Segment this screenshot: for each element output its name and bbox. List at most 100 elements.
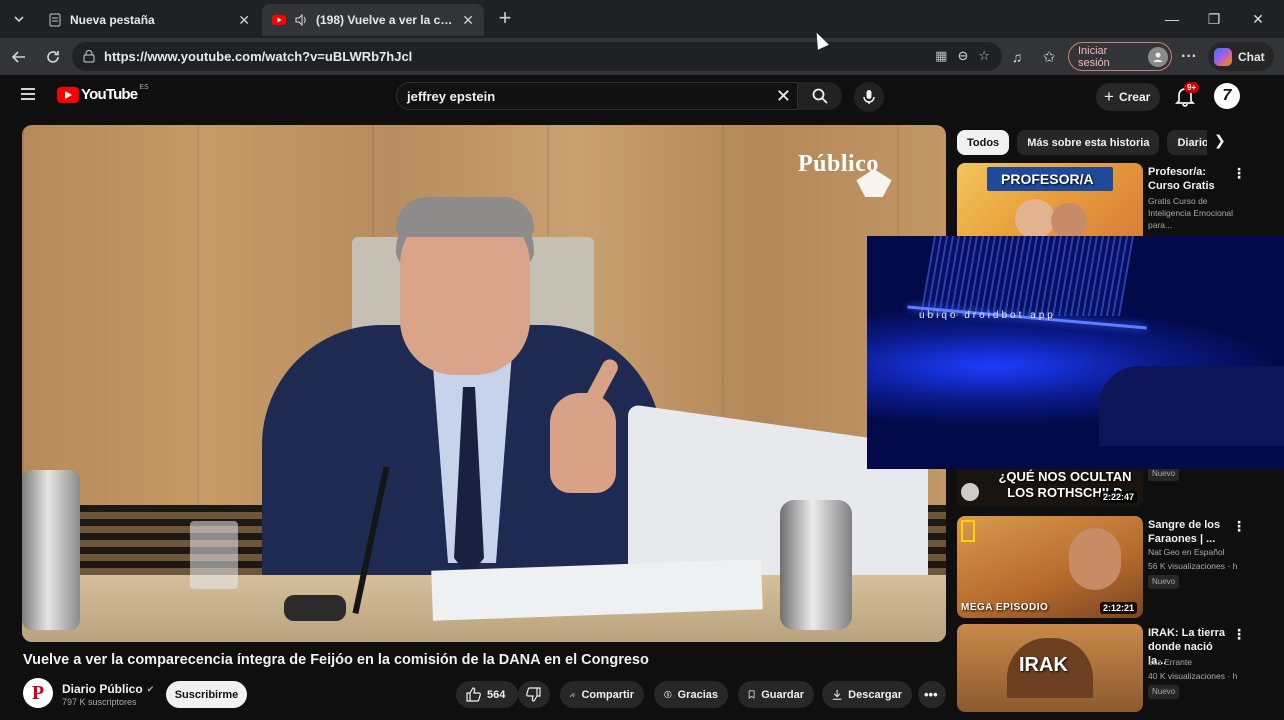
- search-icon: [812, 88, 828, 104]
- chip-more-story[interactable]: Más sobre esta historia: [1017, 130, 1160, 155]
- video-duration: 2:22:47: [1099, 491, 1137, 503]
- thumbs-up-icon: [466, 687, 481, 702]
- favorites-star-icon: ✩: [1042, 49, 1056, 66]
- tab-close-icon[interactable]: ✕: [238, 12, 250, 29]
- tab-new-tab[interactable]: Nueva pestaña ✕: [38, 4, 260, 36]
- chevron-right-icon[interactable]: ❯: [1214, 132, 1226, 149]
- new-badge: Nuevo: [1148, 685, 1180, 699]
- channel-name-text: Diario Público: [62, 682, 143, 696]
- like-button[interactable]: 564: [456, 681, 518, 708]
- recommendation-channel: Luz Errante: [1148, 657, 1192, 667]
- tab-title: Nueva pestaña: [70, 13, 155, 27]
- more-options-button[interactable]: ···: [1176, 44, 1202, 70]
- recommendation-item[interactable]: IRAK IRAK: La tierra donde nació la... L…: [957, 624, 1257, 714]
- search-button[interactable]: [798, 82, 842, 110]
- restore-button[interactable]: ❐: [1202, 8, 1226, 30]
- address-bar[interactable]: https://www.youtube.com/watch?v=uBLWRb7h…: [72, 42, 1002, 71]
- recommendation-channel: Nat Geo en Español: [1148, 547, 1225, 557]
- ellipsis-icon: •••: [924, 687, 938, 702]
- tab-search-button[interactable]: [6, 6, 32, 32]
- share-button[interactable]: Compartir: [560, 681, 644, 708]
- create-label: Crear: [1118, 90, 1151, 104]
- clear-search-icon[interactable]: ✕: [776, 86, 791, 107]
- youtube-header: YouTube ES jeffrey epstein ✕ + Crear 9+ …: [0, 75, 1284, 119]
- country-code: ES: [139, 84, 149, 91]
- menu-button[interactable]: [20, 87, 40, 105]
- chat-label: Chat: [1238, 49, 1265, 64]
- tab-youtube-video[interactable]: (198) Vuelve a ver la comparecencia ínte…: [262, 4, 484, 36]
- save-label: Guardar: [761, 688, 804, 701]
- thanks-button[interactable]: Gracias: [654, 681, 728, 708]
- new-tab-button[interactable]: +: [494, 7, 516, 30]
- tab-close-icon[interactable]: ✕: [462, 12, 474, 29]
- chevron-down-icon: [14, 16, 24, 23]
- site-info-icon[interactable]: [82, 49, 96, 64]
- new-badge: Nuevo: [1148, 575, 1180, 589]
- video-player[interactable]: Público: [22, 125, 946, 642]
- more-vert-icon[interactable]: ⋮: [1232, 518, 1246, 535]
- thumbs-down-icon: [526, 687, 541, 702]
- video-title: Vuelve a ver la comparecencia íntegra de…: [23, 652, 649, 668]
- thermos: [780, 500, 852, 630]
- hamburger-icon: [21, 88, 35, 100]
- channel-avatar[interactable]: P: [23, 678, 53, 708]
- minimize-button[interactable]: —: [1160, 8, 1184, 30]
- browser-toolbar: https://www.youtube.com/watch?v=uBLWRb7h…: [0, 38, 1284, 75]
- more-actions-button[interactable]: •••: [918, 681, 946, 708]
- recommendation-title: Profesor/a: Curso Gratis: [1148, 166, 1215, 192]
- notifications-button[interactable]: 9+: [1174, 82, 1200, 109]
- close-window-button[interactable]: ✕: [1246, 8, 1270, 30]
- download-button[interactable]: Descargar: [822, 681, 912, 708]
- subscribe-button[interactable]: Suscribirme: [166, 681, 247, 708]
- search-query: jeffrey epstein: [407, 88, 496, 104]
- media-control-button[interactable]: ♫: [1004, 44, 1030, 70]
- youtube-logo[interactable]: YouTube ES: [57, 84, 149, 103]
- user-avatar[interactable]: 7: [1214, 83, 1240, 109]
- more-vert-icon[interactable]: ⋮: [1232, 626, 1246, 643]
- bookmark-icon: [748, 690, 755, 699]
- voice-search-button[interactable]: [854, 82, 884, 112]
- chip-channel[interactable]: Diario Público: [1167, 130, 1207, 155]
- filter-chips: Todos Más sobre esta historia Diario Púb…: [957, 130, 1207, 156]
- channel-name[interactable]: Diario Público ✔: [62, 682, 154, 696]
- video-thumbnail[interactable]: IRAK: [957, 624, 1143, 712]
- floating-video-overlay[interactable]: ubiqo droidbot app: [867, 236, 1284, 469]
- favorites-button[interactable]: ✩: [1036, 44, 1062, 70]
- overlay-caption: ubiqo droidbot app: [919, 310, 1056, 321]
- youtube-play-icon: [57, 86, 79, 103]
- share-icon: [570, 691, 576, 697]
- water-glass: [190, 521, 238, 589]
- reload-icon: [47, 51, 59, 63]
- app-available-icon[interactable]: ▦: [935, 48, 947, 64]
- thanks-dollar-icon: [664, 690, 672, 699]
- more-vert-icon[interactable]: ⋮: [1232, 165, 1246, 182]
- zoom-icon[interactable]: ⊖: [957, 48, 968, 64]
- profile-avatar-icon: [1148, 46, 1168, 67]
- ellipsis-icon: ···: [1181, 48, 1197, 65]
- tab-title: (198) Vuelve a ver la comparecencia ínte…: [316, 13, 454, 27]
- thumbnail-text: MEGA EPISODIO: [961, 602, 1049, 613]
- youtube-favicon-icon: [272, 15, 286, 25]
- reload-button[interactable]: [40, 44, 66, 70]
- download-label: Descargar: [848, 688, 902, 701]
- search-input[interactable]: jeffrey epstein ✕: [396, 82, 798, 110]
- speaker-icon[interactable]: [294, 13, 308, 27]
- dislike-button[interactable]: [518, 681, 550, 708]
- create-button[interactable]: + Crear: [1096, 83, 1160, 111]
- favorite-star-icon[interactable]: ☆: [978, 48, 990, 64]
- recommendation-views: 40 K visualizaciones · h: [1148, 671, 1238, 681]
- video-thumbnail[interactable]: MEGA EPISODIO 2:12:21: [957, 516, 1143, 618]
- recommendation-item[interactable]: MEGA EPISODIO 2:12:21 Sangre de los Fara…: [957, 516, 1257, 618]
- address-bar-actions: ▦ ⊖ ☆: [935, 48, 990, 64]
- bed-shape: [1099, 366, 1284, 446]
- like-count: 564: [487, 688, 506, 701]
- subscriber-count: 797 K suscriptores: [62, 697, 137, 707]
- channel-logo-icon: P: [31, 681, 45, 704]
- back-button[interactable]: [6, 44, 32, 70]
- sign-in-button[interactable]: Iniciar sesión: [1068, 42, 1172, 71]
- copilot-chat-button[interactable]: Chat: [1208, 42, 1274, 71]
- music-note-icon: ♫: [1011, 49, 1023, 65]
- microphone-icon: [863, 90, 875, 104]
- save-button[interactable]: Guardar: [738, 681, 814, 708]
- chip-all[interactable]: Todos: [957, 130, 1010, 155]
